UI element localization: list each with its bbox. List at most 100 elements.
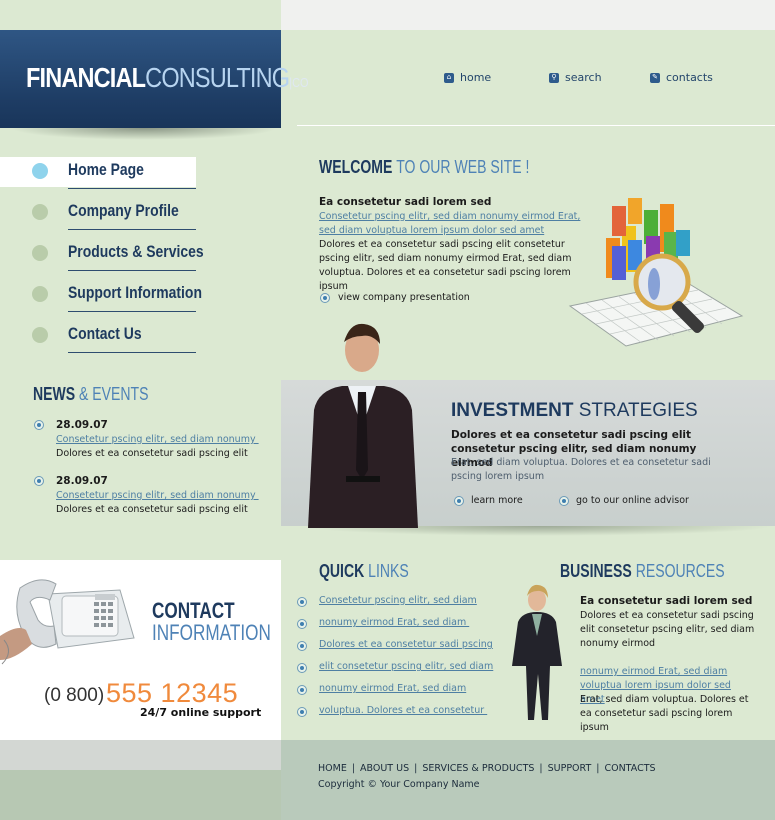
menu-bullet-icon (32, 204, 48, 220)
footer-separator: | (414, 763, 418, 774)
quicklink-bullet-icon (297, 641, 307, 651)
news-bullet-icon (34, 476, 44, 486)
topnav-home-label: home (460, 71, 492, 84)
menu-bullet-icon (32, 327, 48, 343)
resources-heading-light: RESOURCES (635, 561, 725, 581)
footer-nav: HOME | ABOUT US | SERVICES & PRODUCTS | SUPPOR… (318, 763, 656, 774)
footer-link-support[interactable]: SUPPORT (548, 763, 592, 774)
menu-underline (68, 352, 196, 353)
welcome-body: Dolores et ea consetetur sadi pscing eli… (319, 239, 572, 292)
resources-heading: BUSINESS RESOURCES (560, 561, 725, 582)
menu-item-label: Support Information (68, 283, 202, 302)
investment-heading-light: STRATEGIES (578, 400, 698, 421)
contacts-icon: ✎ (650, 72, 660, 83)
topnav-home[interactable]: ⌂ home (444, 71, 491, 84)
footer-separator: | (351, 763, 356, 774)
quicklink-item[interactable]: Dolores et ea consetetur sadi pscing (319, 638, 493, 652)
news-link[interactable]: Consetetur pscing elitr, sed diam nonumy (56, 489, 259, 503)
menu-underline (68, 188, 196, 189)
footer-left-band (0, 740, 281, 770)
footer-separator: | (539, 763, 543, 774)
quicklink-bullet-icon (297, 707, 307, 717)
quicklinks-heading-light: LINKS (368, 561, 409, 581)
topnav-search[interactable]: ⚲ search (549, 71, 602, 84)
search-icon: ⚲ (549, 72, 559, 83)
menu-item-label: Home Page (68, 160, 144, 179)
news-heading-light: & EVENTS (79, 384, 149, 404)
menu-underline (68, 229, 196, 230)
quicklink-item[interactable]: elit consetetur pscing elitr, sed diam (319, 660, 493, 674)
footer-link-contacts[interactable]: CONTACTS (604, 763, 655, 774)
menu-item-products-services[interactable]: Products & Services (0, 239, 204, 271)
topnav-contacts-label: contacts (666, 71, 713, 84)
view-presentation-link[interactable]: view company presentation (338, 291, 470, 305)
investment-heading: INVESTMENT STRATEGIES (451, 400, 698, 422)
copyright: Copyright © Your Company Name (318, 779, 480, 790)
investment-body: Erat, sed diam voluptua. Dolores et ea c… (451, 457, 711, 482)
topnav-search-label: search (565, 71, 602, 84)
news-bullet-icon (34, 420, 44, 430)
home-icon: ⌂ (444, 72, 454, 83)
news-text: Dolores et ea consetetur sadi pscing eli… (56, 504, 248, 515)
online-advisor-link[interactable]: go to our online advisor (576, 494, 689, 508)
menu-bullet-icon (32, 245, 48, 261)
contact-heading-line2: INFORMATION (152, 620, 271, 645)
quicklink-item[interactable]: Consetetur pscing elitr, sed diam (319, 594, 477, 608)
phone-prefix: (0 800) (44, 685, 105, 706)
phone-number[interactable]: 555 12345 (106, 678, 238, 709)
footer-left-bottom (0, 770, 281, 820)
menu-item-support-information[interactable]: Support Information (0, 280, 202, 312)
quicklinks-heading: QUICK LINKS (319, 561, 409, 582)
resources-body: Dolores et ea consetetur sadi pscing eli… (580, 610, 755, 649)
top-strip (281, 0, 775, 30)
menu-item-label: Products & Services (68, 242, 204, 261)
quicklink-item[interactable]: nonumy eirmod Erat, sed diam (319, 682, 466, 696)
menu-underline (68, 270, 196, 271)
resources-subtitle: Ea consetetur sadi lorem sed (580, 595, 753, 607)
investment-heading-bold: INVESTMENT (451, 400, 574, 421)
menu-item-contact-us[interactable]: Contact Us (0, 321, 196, 353)
topnav-contacts[interactable]: ✎ contacts (650, 71, 713, 84)
businesswoman-photo (512, 584, 562, 720)
telephone-illustration (0, 579, 135, 665)
support-label: 24/7 online support (140, 706, 262, 719)
welcome-heading-bold: WELCOME (319, 157, 393, 177)
menu-bullet-icon (32, 163, 48, 179)
news-link[interactable]: Consetetur pscing elitr, sed diam nonumy (56, 433, 259, 447)
quicklink-bullet-icon (297, 619, 307, 629)
news-text: Dolores et ea consetetur sadi pscing eli… (56, 448, 248, 459)
footer-link-services[interactable]: SERVICES & PRODUCTS (422, 763, 534, 774)
logo-light: CONSULTING (145, 62, 290, 93)
logo-suffix: |CO (289, 75, 309, 90)
welcome-link[interactable]: Consetetur pscing elitr, sed diam nonumy… (319, 210, 589, 238)
logo[interactable]: FINANCIALCONSULTING|CO (26, 62, 308, 94)
footer-link-home[interactable]: HOME (318, 763, 347, 774)
learn-more-link[interactable]: learn more (471, 494, 523, 508)
quicklink-item[interactable]: voluptua. Dolores et ea consetetur (319, 704, 487, 718)
contact-heading: CONTACT INFORMATION (152, 600, 271, 644)
quicklink-bullet-icon (297, 685, 307, 695)
resources-heading-bold: BUSINESS (560, 561, 632, 581)
welcome-heading-light: TO OUR WEB SITE ! (396, 157, 530, 177)
quicklinks-heading-bold: QUICK (319, 561, 365, 581)
news-date: 28.09.07 (56, 419, 108, 431)
footer-link-about[interactable]: ABOUT US (360, 763, 409, 774)
news-heading-bold: NEWS (33, 384, 76, 404)
quicklink-item[interactable]: nonumy eirmod Erat, sed diam (319, 616, 469, 630)
menu-item-label: Company Profile (68, 201, 179, 220)
action-bullet-icon (559, 496, 569, 506)
footer-separator: | (596, 763, 600, 774)
nav-divider (297, 125, 775, 126)
logo-bold: FINANCIAL (26, 62, 146, 93)
bar-chart-illustration (568, 198, 744, 347)
action-bullet-icon (320, 293, 330, 303)
news-date: 28.09.07 (56, 475, 108, 487)
quicklink-bullet-icon (297, 597, 307, 607)
resources-body-2: Erat, sed diam voluptua. Dolores et ea c… (580, 694, 749, 733)
menu-item-home-page[interactable]: Home Page (0, 157, 196, 189)
menu-underline (68, 311, 196, 312)
news-heading: NEWS & EVENTS (33, 384, 148, 405)
menu-item-label: Contact Us (68, 324, 142, 343)
menu-item-company-profile[interactable]: Company Profile (0, 198, 196, 230)
contact-heading-line1: CONTACT (152, 598, 235, 623)
